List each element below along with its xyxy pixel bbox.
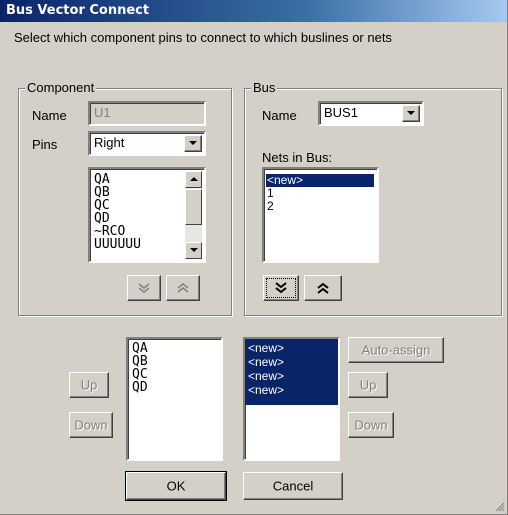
- component-pins-items: QA QB QC QD ~RCO UUUUUU: [92, 173, 141, 251]
- double-chevron-up-icon: [177, 283, 189, 293]
- scroll-thumb[interactable]: [185, 189, 202, 225]
- auto-assign-button[interactable]: Auto-assign: [348, 337, 444, 363]
- assigned-nets-list[interactable]: <new> <new> <new> <new>: [243, 337, 340, 461]
- up-left-button[interactable]: Up: [69, 372, 109, 398]
- up-left-label: Up: [80, 377, 98, 393]
- chevron-down-icon: [407, 111, 415, 115]
- chevron-up-icon: [190, 177, 198, 181]
- pins-dropdown[interactable]: Right: [88, 131, 206, 156]
- move-net-up-button[interactable]: [304, 275, 342, 301]
- double-chevron-down-icon: [138, 283, 150, 293]
- list-item[interactable]: QD: [130, 381, 148, 394]
- bus-legend: Bus: [251, 80, 278, 95]
- list-item[interactable]: <new>: [247, 384, 285, 397]
- bus-dropdown-button[interactable]: [402, 105, 420, 122]
- component-name-value: U1: [94, 105, 111, 120]
- bus-name-value: BUS1: [324, 105, 358, 120]
- cancel-label: Cancel: [272, 478, 314, 494]
- selected-pins-items: QA QB QC QD: [130, 342, 148, 394]
- move-net-down-button[interactable]: [263, 275, 299, 301]
- window-title: Bus Vector Connect: [6, 3, 150, 18]
- instructions-text: Select which component pins to connect t…: [14, 30, 392, 45]
- pins-dropdown-button[interactable]: [184, 135, 202, 152]
- component-name-label: Name: [32, 108, 67, 123]
- resize-grip-icon[interactable]: [495, 502, 505, 512]
- chevron-down-icon: [189, 141, 197, 145]
- component-legend: Component: [25, 80, 97, 95]
- pins-scrollbar[interactable]: [185, 171, 202, 259]
- list-item[interactable]: 2: [266, 200, 275, 213]
- component-pins-list[interactable]: QA QB QC QD ~RCO UUUUUU: [88, 167, 206, 263]
- list-item[interactable]: <new>: [247, 370, 285, 383]
- ok-button[interactable]: OK: [125, 471, 227, 501]
- down-left-label: Down: [74, 417, 108, 433]
- title-bar[interactable]: Bus Vector Connect: [0, 0, 507, 22]
- move-pin-down-button[interactable]: [127, 275, 161, 301]
- up-right-label: Up: [359, 377, 377, 393]
- move-pin-up-button[interactable]: [166, 275, 200, 301]
- pins-value: Right: [94, 135, 125, 150]
- nets-list[interactable]: <new> 1 2: [262, 167, 379, 263]
- chevron-down-icon: [190, 248, 198, 252]
- down-right-label: Down: [354, 417, 388, 433]
- auto-assign-label: Auto-assign: [361, 342, 431, 358]
- double-chevron-down-icon: [275, 282, 287, 294]
- up-right-button[interactable]: Up: [348, 372, 388, 398]
- list-item[interactable]: UUUUUU: [92, 238, 141, 251]
- ok-label: OK: [166, 478, 186, 494]
- down-left-button[interactable]: Down: [69, 412, 113, 438]
- scroll-up-button[interactable]: [185, 171, 202, 188]
- list-item[interactable]: <new>: [247, 356, 285, 369]
- bus-name-label: Name: [262, 108, 297, 123]
- bus-name-dropdown[interactable]: BUS1: [318, 101, 424, 126]
- pins-label: Pins: [32, 137, 58, 152]
- selected-pins-list[interactable]: QA QB QC QD: [126, 337, 223, 461]
- component-name-field: U1: [88, 101, 206, 126]
- scroll-down-button[interactable]: [185, 242, 202, 259]
- bus-vector-connect-dialog: Bus Vector Connect Select which componen…: [0, 0, 508, 515]
- cancel-button[interactable]: Cancel: [243, 472, 343, 500]
- list-item[interactable]: <new>: [247, 342, 285, 355]
- double-chevron-up-icon: [317, 282, 329, 294]
- list-item[interactable]: <new>: [266, 174, 374, 187]
- nets-in-bus-label: Nets in Bus:: [262, 150, 333, 165]
- down-right-button[interactable]: Down: [348, 412, 394, 438]
